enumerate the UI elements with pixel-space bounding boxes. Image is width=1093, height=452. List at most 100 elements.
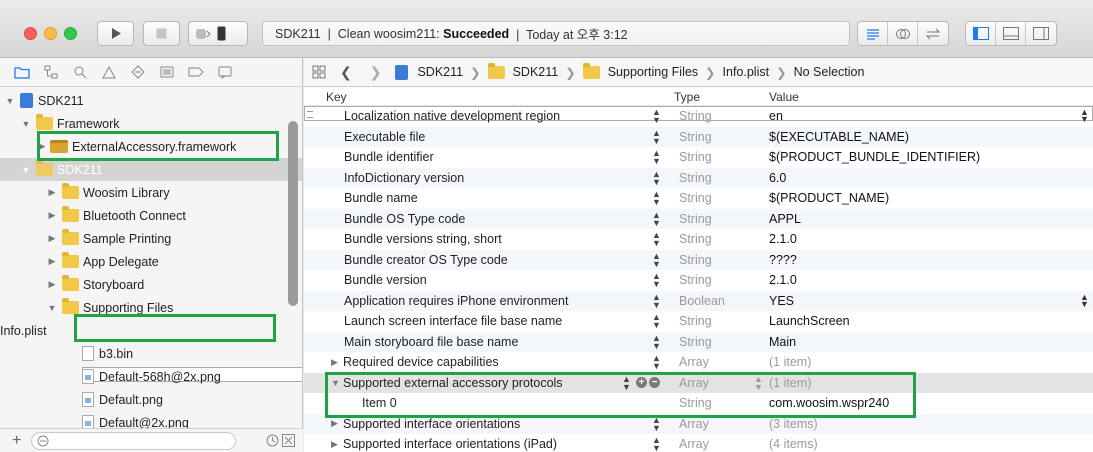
toggle-utilities-button[interactable] (1026, 22, 1056, 45)
toggle-navigator-button[interactable] (966, 22, 996, 45)
disclosure-closed-icon[interactable]: ▶ (331, 418, 338, 429)
tree-item-woosim-library[interactable]: ▶ Woosim Library (0, 181, 302, 204)
standard-editor-button[interactable] (858, 22, 888, 45)
plist-row[interactable]: Bundle versions string, short ▲ ▼ String … (304, 229, 1093, 250)
plist-row[interactable]: Main storyboard file base name ▲ ▼ String… (304, 331, 1093, 352)
plist-row[interactable]: Item 0 String com.woosim.wspr240 (304, 393, 1093, 414)
plist-row[interactable]: Launch screen interface file base name ▲… (304, 311, 1093, 332)
version-editor-button[interactable] (918, 22, 948, 45)
disclosure-closed-icon[interactable]: ▶ (331, 357, 338, 368)
breadcrumb-supporting-files[interactable]: Supporting Files (582, 62, 698, 79)
tree-item-default-2x[interactable]: Default@2x.png (0, 411, 302, 428)
plist-row[interactable]: Bundle name ▲ ▼ String $(PRODUCT_NAME) (304, 188, 1093, 209)
disclosure-closed-icon[interactable]: ▶ (46, 210, 58, 221)
filter-input[interactable] (31, 431, 237, 450)
type-stepper-icon[interactable]: ▲ ▼ (652, 354, 661, 371)
close-window-button[interactable] (24, 27, 37, 40)
type-stepper-icon[interactable]: ▲ ▼ (652, 108, 661, 125)
toggle-debug-area-button[interactable] (996, 22, 1026, 45)
tree-item-storyboard[interactable]: ▶ Storyboard (0, 273, 302, 296)
plist-row[interactable]: Localization native development region ▲… (304, 106, 1093, 127)
tree-item-b3-bin[interactable]: b3.bin (0, 342, 302, 365)
type-stepper-icon[interactable]: ▲ ▼ (652, 272, 661, 289)
hierarchy-icon[interactable] (43, 64, 59, 80)
type-stepper-icon[interactable]: ▲ ▼ (652, 210, 661, 227)
row-value[interactable]: 2.1.0 (769, 273, 797, 287)
value-stepper-icon[interactable]: ▲ ▼ (754, 374, 763, 391)
folder-icon[interactable] (14, 64, 30, 80)
tree-item-info-plist[interactable]: Info.plist (0, 319, 302, 382)
breadcrumb-file[interactable]: Info.plist (304, 65, 1093, 121)
row-value[interactable]: en (769, 109, 783, 123)
disclosure-closed-icon[interactable]: ▶ (331, 439, 338, 450)
type-stepper-icon[interactable]: ▲ ▼ (652, 251, 661, 268)
row-value[interactable]: YES (769, 294, 794, 308)
type-stepper-icon[interactable]: ▲ ▼ (652, 231, 661, 248)
back-arrow-icon[interactable]: ❮ (340, 64, 352, 81)
disclosure-closed-icon[interactable]: ▶ (46, 187, 58, 198)
row-value[interactable]: Main (769, 335, 796, 349)
type-stepper-icon[interactable]: ▲ ▼ (652, 128, 661, 145)
type-stepper-icon[interactable]: ▲ ▼ (652, 313, 661, 330)
plist-row[interactable]: Bundle OS Type code ▲ ▼ String APPL (304, 208, 1093, 229)
plist-row[interactable]: Bundle identifier ▲ ▼ String $(PRODUCT_BU… (304, 147, 1093, 168)
type-stepper-icon[interactable]: ▲ ▼ (652, 149, 661, 166)
tree-item-sdk211-group[interactable]: ▼ SDK211 (0, 158, 302, 181)
value-stepper-icon[interactable]: ▲ ▼ (1080, 108, 1089, 124)
plist-row[interactable]: ▶ Required device capabilities ▲ ▼ Array … (304, 352, 1093, 373)
breadcrumb-group[interactable]: SDK211 (487, 62, 558, 79)
row-value[interactable]: 2.1.0 (769, 232, 797, 246)
tree-item-sample-printing[interactable]: ▶ Sample Printing (0, 227, 302, 250)
plist-row[interactable]: InfoDictionary version ▲ ▼ String 6.0 (304, 167, 1093, 188)
tree-item-framework[interactable]: ▼ Framework (0, 112, 302, 135)
tree-item-project[interactable]: ▼ SDK211 (0, 89, 302, 112)
breakpoint-icon[interactable] (188, 64, 204, 80)
disclosure-open-icon[interactable]: ▼ (331, 378, 340, 388)
type-stepper-icon[interactable]: ▲ ▼ (652, 333, 661, 350)
tree-item-default-png[interactable]: Default.png (0, 388, 302, 411)
plist-row[interactable]: Application requires iPhone environment … (304, 290, 1093, 311)
breadcrumb-selection[interactable]: No Selection (794, 65, 865, 79)
row-value[interactable]: $(PRODUCT_NAME) (769, 191, 889, 205)
plist-row[interactable]: Bundle creator OS Type code ▲ ▼ String ??… (304, 249, 1093, 270)
disclosure-open-icon[interactable]: ▼ (20, 119, 32, 129)
type-stepper-icon[interactable]: ▲ ▼ (652, 190, 661, 207)
value-column-header[interactable]: Value (769, 90, 799, 104)
debug-icon[interactable] (159, 64, 175, 80)
row-value[interactable]: LaunchScreen (769, 314, 850, 328)
zoom-window-button[interactable] (64, 27, 77, 40)
type-stepper-icon[interactable]: ▲ ▼ (622, 374, 631, 391)
row-value[interactable]: $(EXECUTABLE_NAME) (769, 130, 909, 144)
row-value[interactable]: ???? (769, 253, 797, 267)
disclosure-closed-icon[interactable]: ▶ (46, 233, 58, 244)
tree-item-app-delegate[interactable]: ▶ App Delegate (0, 250, 302, 273)
breadcrumb-project[interactable]: SDK211 (395, 64, 463, 80)
row-value[interactable]: $(PRODUCT_BUNDLE_IDENTIFIER) (769, 150, 980, 164)
plist-row[interactable]: ▶ Supported interface orientations ▲ ▼ Ar… (304, 413, 1093, 434)
type-stepper-icon[interactable]: ▲ ▼ (652, 415, 661, 432)
tree-item-bluetooth-connect[interactable]: ▶ Bluetooth Connect (0, 204, 302, 227)
run-button[interactable] (97, 21, 134, 46)
scheme-selector[interactable] (188, 21, 248, 46)
disclosure-closed-icon[interactable]: ▶ (36, 141, 48, 152)
disclosure-open-icon[interactable]: ▼ (4, 96, 16, 106)
key-column-header[interactable]: Key (326, 90, 347, 104)
minimize-window-button[interactable] (44, 27, 57, 40)
row-value[interactable]: com.woosim.wspr240 (769, 396, 889, 410)
remove-item-icon[interactable]: − (649, 377, 660, 389)
row-value[interactable]: APPL (769, 212, 801, 226)
value-stepper-icon[interactable]: ▲ ▼ (1080, 292, 1089, 308)
plist-row-selected[interactable]: ▼ Supported external accessory protocols… (304, 372, 1093, 393)
row-value[interactable]: 6.0 (769, 171, 786, 185)
warning-icon[interactable] (101, 64, 117, 80)
add-item-icon[interactable]: + (636, 377, 647, 389)
scm-filter-icon[interactable] (282, 434, 296, 447)
disclosure-open-icon[interactable]: ▼ (46, 303, 58, 313)
assistant-editor-button[interactable] (888, 22, 918, 45)
disclosure-closed-icon[interactable]: ▶ (46, 279, 58, 290)
test-icon[interactable] (130, 64, 146, 80)
plist-row[interactable]: Bundle version ▲ ▼ String 2.1.0 (304, 270, 1093, 291)
type-stepper-icon[interactable]: ▲ ▼ (652, 169, 661, 186)
tree-item-supporting-files[interactable]: ▼ Supporting Files (0, 296, 302, 319)
forward-arrow-icon[interactable]: ❯ (370, 64, 382, 81)
